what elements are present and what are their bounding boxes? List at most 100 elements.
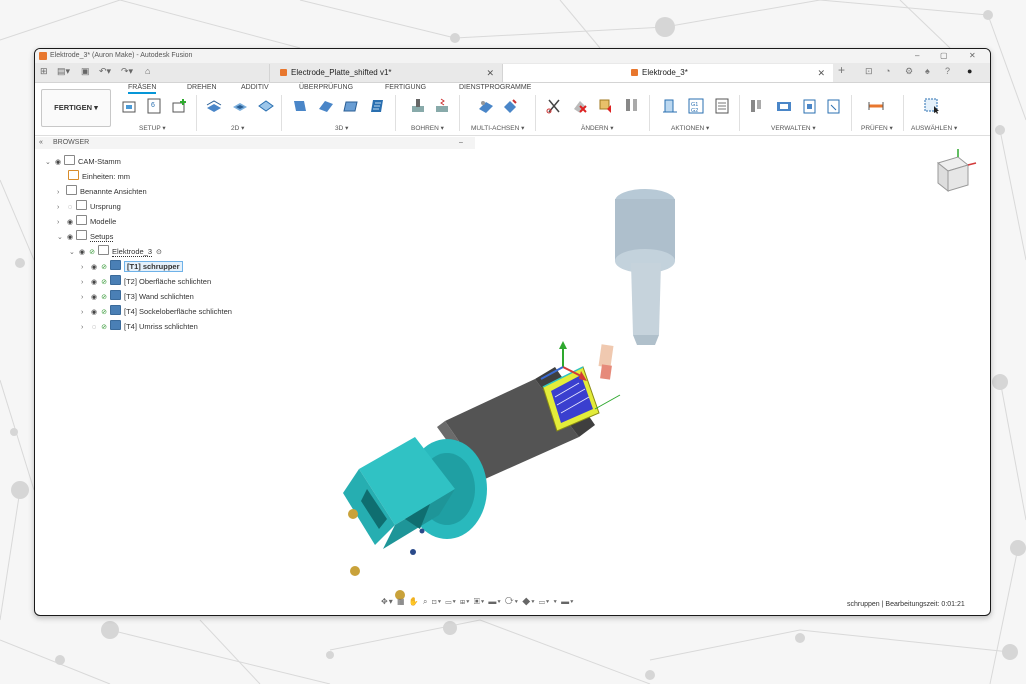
tree-item-t1-schrupper[interactable]: › ◉ ⊘ [T1] schrupper (81, 260, 183, 273)
new-tab-icon[interactable]: + (838, 63, 845, 77)
orbit-icon[interactable]: ✥▾ (381, 597, 394, 606)
tool-display-icon[interactable]: ▾ (554, 597, 558, 606)
workspace-switcher-button[interactable]: FERTIGEN ▾ (41, 89, 111, 127)
eye-icon[interactable]: ◉ (89, 261, 99, 274)
browser-panel-header[interactable]: « BROWSER – (35, 137, 475, 149)
tab-fertigung[interactable]: FERTIGUNG (385, 84, 426, 91)
look-at-icon[interactable]: ▦ (397, 597, 406, 606)
grid-icon[interactable]: ⊞▾ (460, 597, 470, 606)
group-bohren-label[interactable]: BOHREN ▾ (411, 124, 444, 132)
2d-contour-icon[interactable] (257, 97, 275, 115)
3d-pocket-icon[interactable] (317, 97, 335, 115)
select-window-icon[interactable] (923, 97, 941, 115)
2d-adaptive-icon[interactable] (205, 97, 223, 115)
eye-icon[interactable]: ◉ (53, 156, 63, 169)
extensions-icon[interactable]: ⊡ (865, 66, 873, 77)
eye-icon[interactable]: ◉ (65, 231, 75, 244)
tree-item-modelle[interactable]: › ◉ Modelle (57, 215, 116, 228)
group-pruefen-label[interactable]: PRÜFEN ▾ (861, 124, 893, 132)
chevron-right-icon[interactable]: › (81, 306, 89, 319)
tab-elektrode-3[interactable]: Elektrode_3* ✕ (502, 64, 833, 82)
tree-item-t3-wand[interactable]: › ◉ ⊘ [T3] Wand schlichten (81, 290, 194, 303)
tab-dienstprogramme[interactable]: DIENSTPROGRAMME (459, 84, 531, 91)
chevron-right-icon[interactable]: › (57, 186, 65, 199)
post-library-icon[interactable] (825, 97, 843, 115)
simulation-icon[interactable]: ⟳▾ (505, 597, 519, 606)
chevron-right-icon[interactable]: › (57, 216, 65, 229)
tab-close-icon[interactable]: ✕ (817, 64, 825, 82)
drill-icon[interactable] (409, 97, 427, 115)
group-2d-label[interactable]: 2D ▾ (231, 124, 244, 132)
group-multiachsen-label[interactable]: MULTI-ACHSEN ▾ (471, 124, 524, 132)
eye-icon[interactable]: ◉ (89, 291, 99, 304)
tree-item-t4-umriss[interactable]: › ◌ ⊘ [T4] Umriss schlichten (81, 320, 198, 333)
tool-manager-icon[interactable] (749, 97, 767, 115)
machine-display-icon[interactable]: ▭▾ (539, 597, 550, 606)
chevron-down-icon[interactable]: ⌄ (69, 246, 77, 259)
tab-electrode-platte[interactable]: Electrode_Platte_shifted v1* ✕ (269, 64, 502, 82)
eye-icon[interactable]: ◉ (65, 216, 75, 229)
help-icon[interactable]: ? (945, 66, 950, 76)
simulate-icon[interactable] (661, 97, 679, 115)
home-icon[interactable]: ⌂ (145, 66, 150, 76)
2d-pocket-icon[interactable] (231, 97, 249, 115)
post-process-icon[interactable]: G1 G2 (687, 97, 705, 115)
toolpath-display-icon[interactable]: ◆▾ (522, 597, 535, 606)
chevron-right-icon[interactable]: › (81, 261, 89, 274)
tree-item-benannte-ansichten[interactable]: › Benannte Ansichten (57, 185, 147, 198)
chevron-right-icon[interactable]: › (81, 276, 89, 289)
thread-icon[interactable] (433, 97, 451, 115)
pan-icon[interactable]: ✋ (409, 597, 420, 606)
user-avatar-icon[interactable]: ● (967, 66, 972, 76)
settings-gear-icon[interactable]: ⚙ (905, 66, 913, 77)
group-setup-label[interactable]: SETUP ▾ (139, 124, 166, 132)
delete-operation-icon[interactable] (571, 97, 589, 115)
measure-icon[interactable] (867, 97, 885, 115)
filter-icon[interactable]: ▬▾ (561, 597, 574, 606)
3d-parallel-icon[interactable] (343, 97, 361, 115)
collapse-panel-icon[interactable]: « (39, 137, 43, 149)
group-auswaehlen-label[interactable]: AUSWÄHLEN ▾ (911, 124, 957, 132)
file-menu-icon[interactable]: ▤▾ (57, 66, 70, 77)
group-aktionen-label[interactable]: AKTIONEN ▾ (671, 124, 709, 132)
eye-icon[interactable]: ◉ (89, 306, 99, 319)
group-aendern-label[interactable]: ÄNDERN ▾ (581, 124, 614, 132)
eye-hidden-icon[interactable]: ◌ (89, 321, 99, 334)
chevron-down-icon[interactable]: ⌄ (45, 156, 53, 169)
tab-drehen[interactable]: DREHEN (187, 84, 217, 91)
eye-icon[interactable]: ◉ (89, 276, 99, 289)
template-library-icon[interactable] (801, 97, 819, 115)
3d-viewport[interactable] (35, 149, 990, 615)
notifications-bell-icon[interactable]: ♠ (925, 66, 930, 76)
save-icon[interactable]: ▣ (81, 66, 90, 77)
tree-item-t4-sockel[interactable]: › ◉ ⊘ [T4] Sockeloberfläche schlichten (81, 305, 232, 318)
multiaxis-swarf-icon[interactable] (477, 97, 495, 115)
tab-ueberpruefung[interactable]: ÜBERPRÜFUNG (299, 84, 353, 91)
cut-icon[interactable] (545, 97, 563, 115)
3d-adaptive-icon[interactable] (291, 97, 309, 115)
zoom-icon[interactable]: ⌕ (423, 597, 428, 606)
group-verwalten-label[interactable]: VERWALTEN ▾ (771, 124, 816, 132)
close-window-icon[interactable]: ✕ (969, 49, 976, 63)
setup-sheet-doc-icon[interactable] (713, 97, 731, 115)
tree-item-einheiten[interactable]: Einheiten: mm (67, 170, 130, 183)
3d-scallop-icon[interactable] (369, 97, 387, 115)
stock-display-icon[interactable]: ▬▾ (488, 597, 501, 606)
tree-item-setups[interactable]: ⌄ ◉ Setups (57, 230, 114, 244)
display-settings-icon[interactable]: ▭▾ (445, 597, 456, 606)
chevron-down-icon[interactable]: ⌄ (57, 231, 65, 244)
new-folder-icon[interactable] (171, 97, 189, 115)
eye-hidden-icon[interactable]: ◌ (65, 201, 75, 214)
tree-item-elektrode-3[interactable]: ⌄ ◉ ⊘ Elektrode_3 ⊙ (69, 245, 162, 258)
tree-item-t2-oberflaeche[interactable]: › ◉ ⊘ [T2] Oberfläche schlichten (81, 275, 211, 288)
chevron-right-icon[interactable]: › (57, 201, 65, 214)
tree-item-cam-stamm[interactable]: ⌄ ◉ CAM-Stamm (45, 155, 121, 168)
activate-target-icon[interactable]: ⊙ (156, 246, 162, 259)
tab-close-icon[interactable]: ✕ (486, 64, 494, 82)
tree-item-ursprung[interactable]: › ◌ Ursprung (57, 200, 121, 213)
fit-icon[interactable]: ⊡▾ (432, 597, 442, 606)
setup-icon[interactable] (121, 97, 139, 115)
setup-sheet-icon[interactable]: 6 (145, 97, 163, 115)
maximize-icon[interactable]: ▢ (940, 49, 948, 63)
redo-icon[interactable]: ↷▾ (121, 66, 133, 77)
